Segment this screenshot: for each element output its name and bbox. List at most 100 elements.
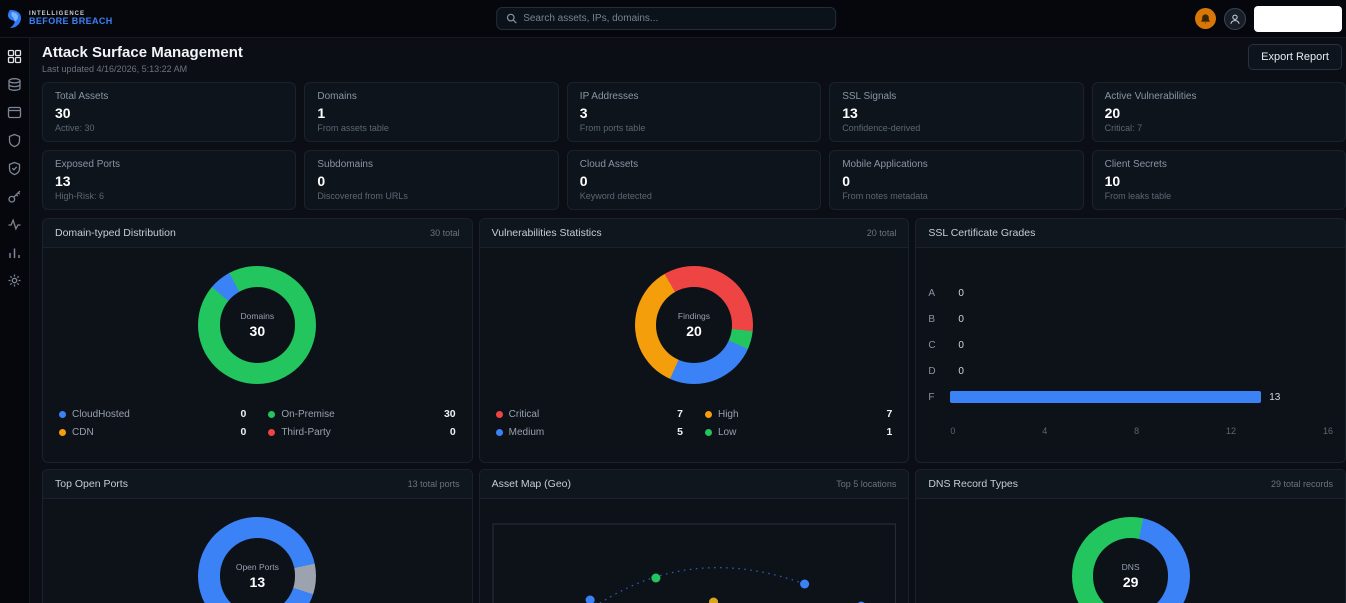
- axis-tick: 12: [1226, 426, 1237, 436]
- vulnerabilities-donut: Findings 20: [634, 266, 753, 384]
- legend-name: Third-Party: [281, 426, 331, 438]
- user-avatar[interactable]: [1224, 7, 1246, 30]
- stat-value: 0: [579, 173, 588, 189]
- legend-value: 1: [886, 426, 893, 438]
- charts-row-2: Top Open Ports 13 total ports Open Ports…: [42, 469, 1346, 603]
- sidebar-item-settings[interactable]: [6, 272, 23, 289]
- panel-asset-map: Asset Map (Geo) Top 5 locations: [478, 469, 910, 603]
- legend-dot: [495, 428, 503, 436]
- notifications-button[interactable]: [1195, 8, 1216, 29]
- stat-value: 13: [55, 173, 71, 189]
- sidebar-item-assets[interactable]: [6, 76, 23, 93]
- stat-sub: Confidence-derived: [842, 123, 921, 133]
- x-axis-ticks: 0 4 8 12 16: [950, 426, 1333, 436]
- export-report-button[interactable]: Export Report: [1248, 44, 1342, 70]
- open-ports-donut: Open Ports 13: [198, 517, 317, 603]
- sidebar-item-security[interactable]: [6, 132, 23, 149]
- shield-check-icon: [8, 161, 21, 176]
- panel-total: 30 total: [430, 228, 460, 238]
- legend-name: Low: [717, 426, 737, 438]
- key-icon: [8, 190, 21, 203]
- sidebar-item-vulnerabilities[interactable]: [6, 160, 23, 177]
- stat-value: 0: [317, 173, 326, 189]
- donut-center-value: 20: [686, 323, 702, 339]
- panel-total: Top 5 locations: [836, 479, 897, 489]
- legend-item: High 7: [704, 408, 892, 420]
- dashboard-grid-icon: [7, 49, 22, 64]
- last-updated-text: Last updated 4/16/2026, 5:13:22 AM: [42, 64, 188, 74]
- stat-card-active-vulnerabilities: Active Vulnerabilities 20 Critical: 7: [1091, 82, 1346, 142]
- top-navbar: INTELLIGENCE BEFORE BREACH: [0, 0, 1346, 38]
- activity-icon: [8, 218, 21, 231]
- legend-name: CDN: [72, 426, 94, 438]
- donut-center-value: 30: [249, 323, 266, 339]
- panel-vulnerabilities-statistics: Vulnerabilities Statistics 20 total Find…: [478, 218, 910, 463]
- stat-value: 30: [55, 105, 71, 121]
- stat-card-ip-addresses: IP Addresses 3 From ports table: [566, 82, 822, 142]
- legend-item: On-Premise 30: [268, 408, 456, 420]
- legend-dot: [704, 410, 712, 418]
- stat-card-subdomains: Subdomains 0 Discovered from URLs: [304, 150, 559, 210]
- left-sidebar: [0, 38, 30, 603]
- stat-sub: Discovered from URLs: [317, 191, 408, 201]
- stat-label: Domains: [317, 91, 357, 102]
- bar-row: F 13: [928, 384, 1333, 410]
- bar-row: C 0: [928, 332, 1333, 358]
- bar-value: 0: [958, 339, 964, 351]
- legend-dot: [495, 410, 503, 418]
- stat-sub: Keyword detected: [579, 191, 652, 201]
- charts-row-1: Domain-typed Distribution 30 total Domai…: [42, 218, 1346, 463]
- legend-dot: [268, 410, 276, 418]
- stat-sub: From ports table: [579, 123, 646, 133]
- stat-sub: Critical: 7: [1104, 123, 1143, 133]
- sidebar-item-activity[interactable]: [6, 216, 23, 233]
- ssl-grades-bar-chart: A 0 B 0 C 0 D 0 F 13 0 4 8 12 16: [928, 248, 1333, 437]
- stat-label: Total Assets: [55, 91, 109, 102]
- stat-value: 3: [579, 105, 588, 121]
- stat-label: SSL Signals: [842, 91, 897, 102]
- donut-center-value: 13: [249, 574, 266, 590]
- browser-window-icon: [7, 106, 22, 119]
- stat-card-exposed-ports: Exposed Ports 13 High-Risk: 6: [42, 150, 297, 210]
- panel-title: SSL Certificate Grades: [928, 227, 1036, 239]
- panel-top-open-ports: Top Open Ports 13 total ports Open Ports…: [42, 469, 473, 603]
- legend-name: Critical: [508, 408, 540, 420]
- legend-dot: [59, 410, 66, 418]
- legend-name: On-Premise: [281, 408, 335, 420]
- stat-label: Active Vulnerabilities: [1104, 91, 1197, 102]
- bar-category: C: [928, 339, 936, 351]
- bar-value: 0: [958, 287, 964, 299]
- panel-title: Vulnerabilities Statistics: [491, 227, 602, 239]
- stat-card-ssl-signals: SSL Signals 13 Confidence-derived: [829, 82, 1084, 142]
- stat-sub: High-Risk: 6: [55, 191, 105, 201]
- search-input[interactable]: [523, 13, 827, 24]
- global-search[interactable]: [496, 7, 837, 30]
- legend-name: Medium: [508, 426, 545, 438]
- sidebar-item-dashboard[interactable]: [6, 48, 23, 65]
- panel-domain-distribution: Domain-typed Distribution 30 total Domai…: [42, 218, 473, 463]
- search-icon: [506, 13, 517, 24]
- sidebar-item-secrets[interactable]: [6, 188, 23, 205]
- legend-value: 7: [677, 408, 683, 420]
- person-icon: [1230, 14, 1240, 24]
- domain-distribution-donut: Domains 30: [198, 266, 317, 384]
- page-title: Attack Surface Management: [42, 44, 243, 61]
- dns-records-donut: DNS 29: [1071, 517, 1190, 603]
- shield-icon: [8, 133, 21, 148]
- sidebar-item-web[interactable]: [6, 104, 23, 121]
- legend-item: Medium 5: [495, 426, 683, 438]
- stat-card-domains: Domains 1 From assets table: [304, 82, 559, 142]
- panel-dns-record-types: DNS Record Types 29 total records DNS 29: [915, 469, 1346, 603]
- bar-value: 0: [958, 313, 964, 325]
- user-name-box[interactable]: [1254, 5, 1342, 32]
- brand-icon: [8, 9, 21, 28]
- stat-label: Exposed Ports: [55, 159, 121, 170]
- bar-value: 13: [1269, 391, 1281, 403]
- stat-value: 0: [842, 173, 850, 189]
- stat-cards-grid: Total Assets 30 Active: 30 Domains 1 Fro…: [42, 82, 1346, 210]
- axis-tick: 4: [1042, 426, 1048, 436]
- bar-value: 0: [958, 365, 964, 377]
- panel-total: 13 total ports: [407, 479, 460, 489]
- sidebar-item-reports[interactable]: [6, 244, 23, 261]
- donut-center-label: Open Ports: [235, 562, 279, 572]
